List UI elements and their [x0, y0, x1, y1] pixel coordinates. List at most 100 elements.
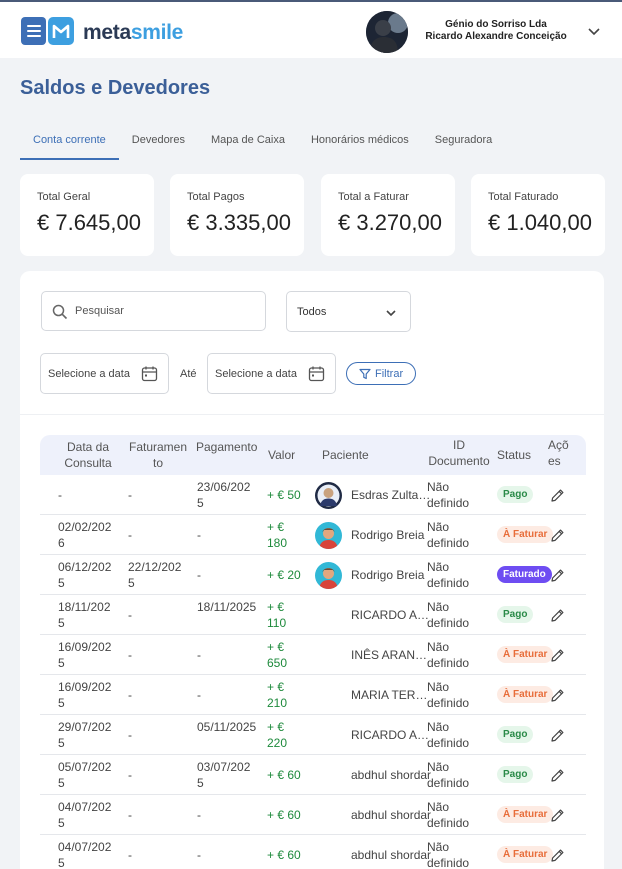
date-from-picker[interactable]: Selecione a data [40, 353, 169, 394]
col-header-acoes[interactable]: Ações [548, 437, 570, 471]
cell-data-consulta: 02/02/2026 [58, 520, 112, 550]
cell-valor: + € 110 [267, 600, 287, 630]
search-input[interactable] [75, 302, 255, 320]
edit-icon[interactable] [550, 848, 565, 863]
patient-avatar [315, 482, 342, 509]
menu-icon[interactable] [21, 17, 46, 45]
table-row[interactable]: 18/11/2025 - 18/11/2025 + € 110 RICARDO ALEX… [40, 595, 586, 635]
edit-icon[interactable] [550, 528, 565, 543]
table-row[interactable]: - - 23/06/2025 + € 50 Esdras Zultanski Não de… [40, 475, 586, 515]
cell-faturamento: - [128, 728, 132, 742]
edit-icon[interactable] [550, 568, 565, 583]
edit-icon[interactable] [550, 488, 565, 503]
edit-icon[interactable] [550, 768, 565, 783]
col-header-pagamento[interactable]: Pagamento [196, 439, 260, 455]
cell-paciente[interactable]: abdhul shordar [351, 807, 433, 823]
cell-paciente[interactable]: MARIA TERESA SANTOS [351, 687, 433, 703]
table-row[interactable]: 06/12/2025 22/12/2025 - + € 20 Rodrigo Breia… [40, 555, 586, 595]
chevron-down-icon[interactable] [587, 24, 601, 38]
cell-data-consulta: 06/12/2025 [58, 560, 112, 590]
cell-paciente[interactable]: INÊS ARANTES HENRIQUES [351, 647, 433, 663]
search-box[interactable] [41, 291, 266, 331]
cell-faturamento: - [128, 808, 132, 822]
col-header-valor[interactable]: Valor [268, 447, 308, 463]
cell-data-consulta: 05/07/2025 [58, 760, 112, 790]
table-row[interactable]: 16/09/2025 - - + € 210 MARIA TERESA SANTOSNã… [40, 675, 586, 715]
status-badge-pago: Pago [497, 766, 534, 783]
status-badge-pago: Pago [497, 486, 534, 503]
user-avatar[interactable] [366, 11, 408, 53]
tab-honorarios-medicos[interactable]: Honorários médicos [298, 124, 422, 160]
cell-pagamento: - [197, 528, 201, 542]
filter-button[interactable]: Filtrar [346, 362, 416, 385]
status-badge-a-faturar: À Faturar [497, 806, 554, 823]
stat-value: € 3.270,00 [338, 210, 442, 235]
cell-id-documento: Não definido [427, 520, 470, 550]
tab-mapa-de-caixa[interactable]: Mapa de Caixa [198, 124, 298, 160]
cell-valor: + € 180 [267, 520, 288, 550]
cell-paciente[interactable]: abdhul shordar [351, 847, 433, 863]
cell-paciente[interactable]: Rodrigo Breia [351, 527, 433, 543]
status-badge-a-faturar: À Faturar [497, 846, 554, 863]
col-header-consulta[interactable]: Data da Consulta [58, 439, 118, 471]
status-badge-a-faturar: À Faturar [497, 686, 554, 703]
cell-paciente[interactable]: Esdras Zultanski [351, 487, 433, 503]
cell-valor: + € 650 [267, 640, 288, 670]
calendar-icon [141, 366, 158, 382]
cell-faturamento: - [128, 768, 132, 782]
cell-paciente[interactable]: RICARDO ALEXANDRE [351, 727, 433, 743]
cell-id-documento: Não definido [427, 840, 470, 869]
tab-devedores[interactable]: Devedores [119, 124, 198, 160]
cell-pagamento: 05/11/2025 [197, 720, 257, 734]
filter-button-label: Filtrar [375, 368, 404, 380]
date-to-picker[interactable]: Selecione a data [207, 353, 336, 394]
cell-id-documento: Não definido [427, 600, 470, 630]
cell-faturamento: - [128, 528, 132, 542]
date-from-placeholder: Selecione a data [48, 368, 130, 380]
stat-label: Total Geral [37, 191, 91, 203]
table-row[interactable]: 02/02/2026 - - + € 180 Rodrigo Breia Não defi… [40, 515, 586, 555]
col-header-faturamento[interactable]: Faturamento [128, 439, 188, 471]
logo-text: metasmile [83, 21, 184, 44]
col-header-paciente[interactable]: Paciente [322, 447, 382, 463]
cell-valor: + € 20 [267, 568, 301, 582]
filter-icon [359, 368, 371, 380]
cell-paciente[interactable]: RICARDO ALEXANDRE [351, 607, 433, 623]
cell-pagamento: 18/11/2025 [197, 600, 257, 614]
table-row[interactable]: 16/09/2025 - - + € 650 INÊS ARANTES HENRIQUE… [40, 635, 586, 675]
table-row[interactable]: 04/07/2025 - - + € 60 abdhul shordar Não defi… [40, 795, 586, 835]
stat-value: € 7.645,00 [37, 210, 141, 235]
cell-id-documento: Não definido [427, 680, 470, 710]
table-row[interactable]: 04/07/2025 - - + € 60 abdhul shordar Não defi… [40, 835, 586, 869]
cell-id-documento: Não definido [427, 760, 470, 790]
edit-icon[interactable] [550, 808, 565, 823]
cell-id-documento: Não definido [427, 480, 470, 510]
cell-paciente[interactable]: abdhul shordar [351, 767, 433, 783]
edit-icon[interactable] [550, 728, 565, 743]
user-info[interactable]: Génio do Sorriso Lda Ricardo Alexandre C… [414, 19, 578, 43]
edit-icon[interactable] [550, 608, 565, 623]
cell-pagamento: - [197, 688, 201, 702]
cell-data-consulta: 29/07/2025 [58, 720, 112, 750]
cell-data-consulta: 16/09/2025 [58, 680, 112, 710]
cell-valor: + € 220 [267, 720, 288, 750]
tab-conta-corrente[interactable]: Conta corrente [20, 124, 119, 160]
cell-pagamento: - [197, 848, 201, 862]
cell-paciente[interactable]: Rodrigo Breia [351, 567, 433, 583]
tab-bar: Conta corrente Devedores Mapa de Caixa H… [20, 124, 505, 160]
cell-id-documento: Não definido [427, 640, 470, 670]
cell-faturamento: - [128, 648, 132, 662]
patient-avatar [315, 522, 342, 549]
table-row[interactable]: 05/07/2025 - 03/07/2025 + € 60 abdhul shorda… [40, 755, 586, 795]
cell-pagamento: - [197, 808, 201, 822]
col-header-status[interactable]: Status [497, 447, 537, 463]
edit-icon[interactable] [550, 688, 565, 703]
status-select[interactable]: Todos [286, 291, 411, 332]
cell-data-consulta: 04/07/2025 [58, 840, 112, 869]
table-row[interactable]: 29/07/2025 - 05/11/2025 + € 220 RICARDO ALEX… [40, 715, 586, 755]
status-badge-pago: Pago [497, 606, 534, 623]
col-header-id-documento[interactable]: ID Documento [426, 437, 492, 471]
edit-icon[interactable] [550, 648, 565, 663]
divider [20, 414, 604, 415]
tab-seguradora[interactable]: Seguradora [422, 124, 506, 160]
